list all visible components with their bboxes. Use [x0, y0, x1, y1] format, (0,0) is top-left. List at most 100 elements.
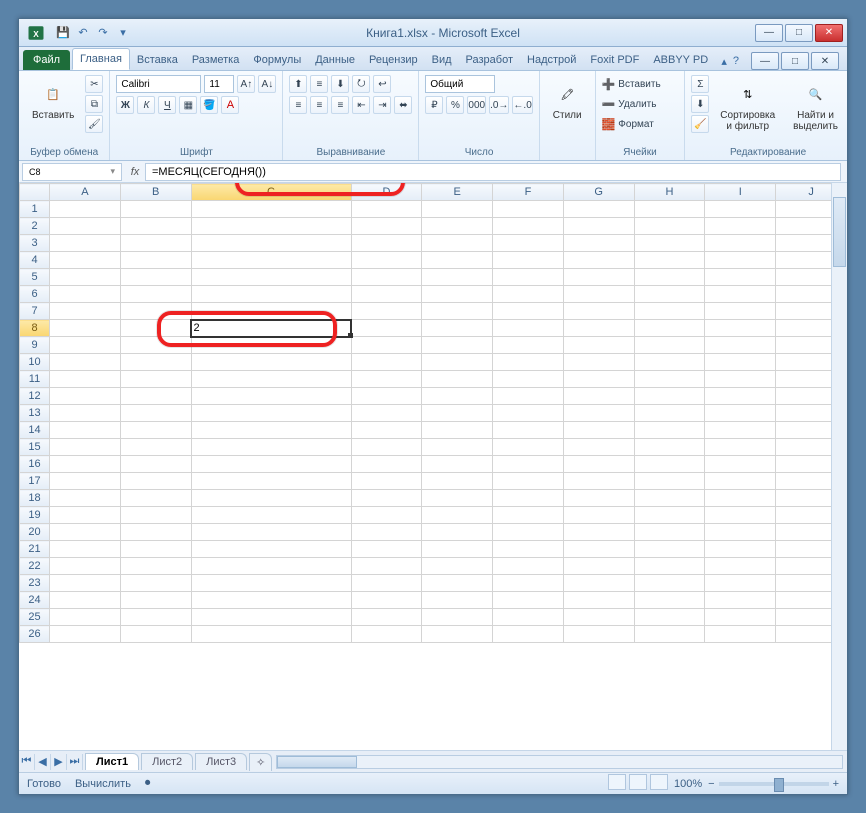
cell-D11[interactable]	[351, 371, 422, 388]
cell-H24[interactable]	[634, 592, 705, 609]
cell-I8[interactable]	[705, 320, 776, 337]
cell-G5[interactable]	[563, 269, 634, 286]
paste-button[interactable]: 📋 Вставить	[25, 75, 81, 126]
close-button[interactable]: ✕	[815, 24, 843, 42]
cell-C11[interactable]	[191, 371, 351, 388]
row-header-1[interactable]: 1	[20, 201, 50, 218]
cell-F6[interactable]	[493, 286, 564, 303]
tab-insert[interactable]: Вставка	[130, 50, 185, 70]
cell-D20[interactable]	[351, 524, 422, 541]
cell-I26[interactable]	[705, 626, 776, 643]
tab-addin[interactable]: Надстрой	[520, 50, 583, 70]
row-header-10[interactable]: 10	[20, 354, 50, 371]
row-header-15[interactable]: 15	[20, 439, 50, 456]
cell-G23[interactable]	[563, 575, 634, 592]
cell-I3[interactable]	[705, 235, 776, 252]
cell-I11[interactable]	[705, 371, 776, 388]
cell-C25[interactable]	[191, 609, 351, 626]
cell-B15[interactable]	[120, 439, 191, 456]
cell-H15[interactable]	[634, 439, 705, 456]
cell-A18[interactable]	[50, 490, 121, 507]
cell-C16[interactable]	[191, 456, 351, 473]
maximize-button[interactable]: □	[785, 24, 813, 42]
cell-B5[interactable]	[120, 269, 191, 286]
sheet-tab-3[interactable]: Лист3	[195, 753, 247, 770]
cut-button[interactable]: ✂	[85, 75, 103, 93]
cell-F9[interactable]	[493, 337, 564, 354]
row-header-25[interactable]: 25	[20, 609, 50, 626]
cell-F23[interactable]	[493, 575, 564, 592]
cell-F11[interactable]	[493, 371, 564, 388]
cell-C24[interactable]	[191, 592, 351, 609]
tab-home[interactable]: Главная	[72, 48, 130, 70]
cell-H4[interactable]	[634, 252, 705, 269]
cell-F14[interactable]	[493, 422, 564, 439]
align-right-button[interactable]: ≡	[331, 96, 349, 114]
row-header-7[interactable]: 7	[20, 303, 50, 320]
cell-D17[interactable]	[351, 473, 422, 490]
col-header-B[interactable]: B	[120, 184, 191, 201]
cell-C17[interactable]	[191, 473, 351, 490]
cell-G3[interactable]	[563, 235, 634, 252]
cell-C26[interactable]	[191, 626, 351, 643]
cell-H14[interactable]	[634, 422, 705, 439]
cell-D19[interactable]	[351, 507, 422, 524]
cell-D21[interactable]	[351, 541, 422, 558]
increase-decimal-button[interactable]: .0→	[489, 96, 509, 114]
cell-A12[interactable]	[50, 388, 121, 405]
cell-F25[interactable]	[493, 609, 564, 626]
tab-layout[interactable]: Разметка	[185, 50, 247, 70]
clear-button[interactable]: 🧹	[691, 115, 709, 133]
cell-H10[interactable]	[634, 354, 705, 371]
cell-A15[interactable]	[50, 439, 121, 456]
cell-G15[interactable]	[563, 439, 634, 456]
cell-B11[interactable]	[120, 371, 191, 388]
worksheet-grid[interactable]: ABCDEFGHIJ123456782910111213141516171819…	[19, 183, 847, 750]
cell-G19[interactable]	[563, 507, 634, 524]
cell-F12[interactable]	[493, 388, 564, 405]
increase-font-button[interactable]: A↑	[237, 75, 255, 93]
cell-F26[interactable]	[493, 626, 564, 643]
col-header-C[interactable]: C	[191, 184, 351, 201]
cell-D13[interactable]	[351, 405, 422, 422]
cell-D22[interactable]	[351, 558, 422, 575]
tab-review[interactable]: Рецензир	[362, 50, 425, 70]
cell-C3[interactable]	[191, 235, 351, 252]
bold-button[interactable]: Ж	[116, 96, 134, 114]
zoom-track[interactable]	[719, 782, 829, 786]
italic-button[interactable]: К	[137, 96, 155, 114]
cell-F1[interactable]	[493, 201, 564, 218]
cell-E19[interactable]	[422, 507, 493, 524]
tab-formulas[interactable]: Формулы	[246, 50, 308, 70]
workbook-minimize-button[interactable]: —	[751, 52, 779, 70]
cell-F21[interactable]	[493, 541, 564, 558]
cell-B8[interactable]	[120, 320, 191, 337]
cell-H19[interactable]	[634, 507, 705, 524]
cell-D3[interactable]	[351, 235, 422, 252]
cell-E17[interactable]	[422, 473, 493, 490]
cell-D15[interactable]	[351, 439, 422, 456]
cell-C13[interactable]	[191, 405, 351, 422]
cell-C18[interactable]	[191, 490, 351, 507]
cell-C23[interactable]	[191, 575, 351, 592]
cell-A21[interactable]	[50, 541, 121, 558]
vscroll-thumb[interactable]	[833, 197, 846, 267]
cell-G8[interactable]	[563, 320, 634, 337]
cell-G13[interactable]	[563, 405, 634, 422]
cell-I6[interactable]	[705, 286, 776, 303]
cell-B10[interactable]	[120, 354, 191, 371]
cell-F7[interactable]	[493, 303, 564, 320]
cell-A5[interactable]	[50, 269, 121, 286]
qat-undo-icon[interactable]: ↶	[75, 25, 91, 41]
cell-D18[interactable]	[351, 490, 422, 507]
tab-developer[interactable]: Разработ	[459, 50, 520, 70]
sheet-nav-prev-icon[interactable]: ◀	[35, 754, 51, 770]
styles-button[interactable]: 🖍 Стили	[546, 75, 589, 126]
cell-B3[interactable]	[120, 235, 191, 252]
help-icon[interactable]: ?	[733, 55, 739, 67]
view-page-layout-button[interactable]	[629, 774, 647, 790]
cell-C10[interactable]	[191, 354, 351, 371]
hscroll-thumb[interactable]	[277, 756, 357, 768]
cell-I5[interactable]	[705, 269, 776, 286]
cell-F17[interactable]	[493, 473, 564, 490]
